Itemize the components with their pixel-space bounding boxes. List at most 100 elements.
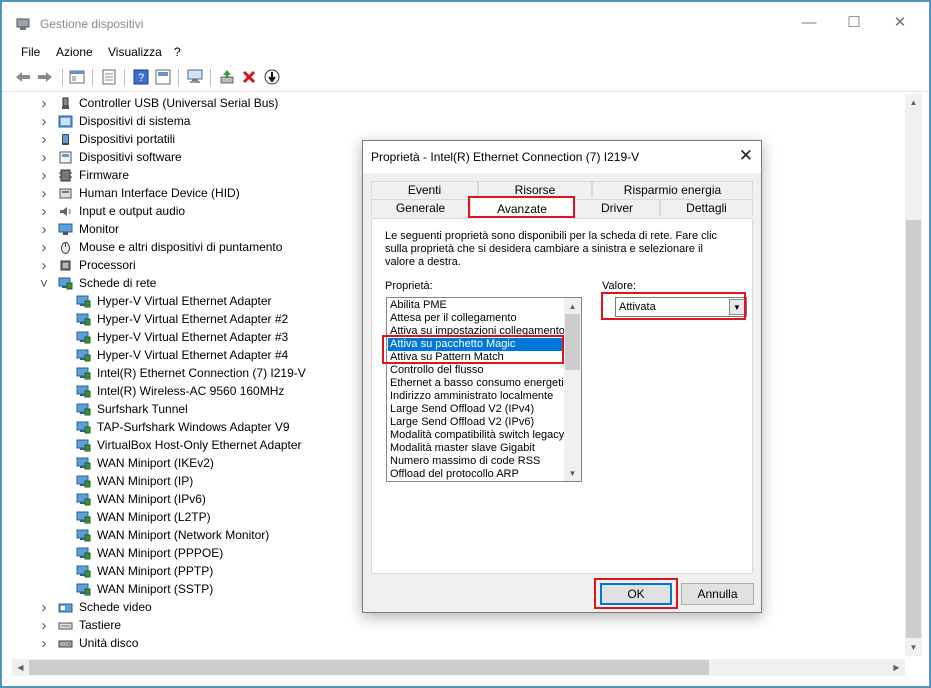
horizontal-scrollbar[interactable]: ◀ ▶: [12, 659, 905, 676]
property-list-item[interactable]: Controllo del flusso: [388, 364, 564, 377]
tree-device[interactable]: Intel(R) Ethernet Connection (7) I219-V: [76, 364, 306, 382]
tree-category[interactable]: › Schede video: [38, 598, 152, 616]
chevron-down-icon[interactable]: ˅: [38, 275, 50, 291]
tree-category[interactable]: › Monitor: [38, 220, 120, 238]
horizontal-scroll-thumb[interactable]: [29, 660, 709, 675]
tab-dettagli[interactable]: Dettagli: [660, 199, 753, 216]
help-icon[interactable]: ?: [132, 68, 150, 86]
ok-button[interactable]: OK: [600, 583, 672, 605]
properties-sheet-icon[interactable]: [100, 68, 118, 86]
back-arrow-icon[interactable]: [14, 68, 32, 86]
property-list-item[interactable]: Modalità compatibilità switch legacy: [388, 429, 564, 442]
scroll-left-arrow-icon[interactable]: ◀: [12, 659, 29, 676]
tree-device[interactable]: VirtualBox Host-Only Ethernet Adapter: [76, 436, 302, 454]
close-button[interactable]: ✕: [877, 2, 923, 42]
tree-device[interactable]: WAN Miniport (Network Monitor): [76, 526, 269, 544]
show-hide-console-tree-icon[interactable]: [68, 68, 86, 86]
chevron-right-icon[interactable]: ›: [38, 635, 50, 652]
property-list-item[interactable]: Attiva su Pattern Match: [388, 351, 564, 364]
chevron-right-icon[interactable]: ›: [38, 617, 50, 634]
tree-category[interactable]: › Tastiere: [38, 616, 122, 634]
tree-device[interactable]: Intel(R) Wireless-AC 9560 160MHz: [76, 382, 284, 400]
tab-driver[interactable]: Driver: [574, 199, 660, 216]
tree-category[interactable]: › Mouse e altri dispositivi di puntamento: [38, 238, 283, 256]
tree-device[interactable]: WAN Miniport (PPTP): [76, 562, 213, 580]
chevron-down-icon[interactable]: ▼: [729, 299, 745, 315]
tree-device[interactable]: WAN Miniport (L2TP): [76, 508, 211, 526]
maximize-button[interactable]: ☐: [831, 2, 877, 42]
chevron-right-icon[interactable]: ›: [38, 257, 50, 274]
tab-generale[interactable]: Generale: [371, 199, 470, 216]
chevron-right-icon[interactable]: ›: [38, 167, 50, 184]
tree-device[interactable]: TAP-Surfshark Windows Adapter V9: [76, 418, 290, 436]
menu-azione[interactable]: Azione: [56, 45, 93, 59]
tab-risparmio-energia[interactable]: Risparmio energia: [592, 181, 753, 198]
property-list-item[interactable]: Offload del protocollo ARP: [388, 468, 564, 481]
menu-visualizza[interactable]: Visualizza: [108, 45, 162, 59]
value-combobox[interactable]: Attivata ▼: [615, 297, 747, 317]
tree-device[interactable]: Hyper-V Virtual Ethernet Adapter #3: [76, 328, 288, 346]
menu-file[interactable]: File: [21, 45, 40, 59]
property-listbox[interactable]: Offload del protocollo ARP Numero massimo…: [386, 297, 582, 482]
minimize-button[interactable]: —: [786, 2, 832, 42]
tree-device[interactable]: WAN Miniport (IPv6): [76, 490, 206, 508]
tree-device[interactable]: WAN Miniport (SSTP): [76, 580, 213, 598]
list-scroll-down-icon[interactable]: ▼: [564, 465, 581, 481]
property-list-item[interactable]: Modalità master slave Gigabit: [388, 442, 564, 455]
list-scroll-thumb[interactable]: [565, 314, 580, 370]
scroll-down-arrow-icon[interactable]: ▼: [905, 639, 922, 656]
property-list-item[interactable]: Abilita PME: [388, 299, 564, 312]
tree-category[interactable]: › Input e output audio: [38, 202, 186, 220]
chevron-right-icon[interactable]: ›: [38, 239, 50, 256]
property-list-item[interactable]: Numero massimo di code RSS: [388, 455, 564, 468]
menu-help[interactable]: ?: [174, 45, 181, 59]
scan-hardware-icon[interactable]: [186, 68, 204, 86]
dialog-close-icon[interactable]: ✕: [739, 146, 753, 166]
tree-category[interactable]: › Human Interface Device (HID): [38, 184, 240, 202]
chevron-right-icon[interactable]: ›: [38, 203, 50, 220]
tree-device[interactable]: WAN Miniport (IP): [76, 472, 193, 490]
forward-arrow-icon[interactable]: [36, 68, 54, 86]
tree-category[interactable]: › Dispositivi portatili: [38, 130, 176, 148]
vertical-scroll-thumb[interactable]: [906, 220, 921, 638]
vertical-scrollbar[interactable]: ▲ ▼: [905, 94, 922, 656]
property-list-item[interactable]: Large Send Offload V2 (IPv6): [388, 416, 564, 429]
cancel-button[interactable]: Annulla: [681, 583, 754, 605]
chevron-right-icon[interactable]: ›: [38, 599, 50, 616]
tab-risorse[interactable]: Risorse: [478, 181, 592, 198]
chevron-right-icon[interactable]: ›: [38, 95, 50, 112]
tree-category[interactable]: › Controller USB (Universal Serial Bus): [38, 94, 279, 112]
tree-category[interactable]: › Dispositivi software: [38, 148, 182, 166]
tree-device[interactable]: Hyper-V Virtual Ethernet Adapter #2: [76, 310, 288, 328]
tree-category[interactable]: › Firmware: [38, 166, 130, 184]
tree-device[interactable]: Surfshark Tunnel: [76, 400, 188, 418]
property-list-item[interactable]: Attiva su impostazioni collegamento: [388, 325, 564, 338]
tree-category[interactable]: › Dispositivi di sistema: [38, 112, 191, 130]
tree-category[interactable]: ˅ Schede di rete: [38, 274, 156, 292]
tree-device[interactable]: WAN Miniport (PPPOE): [76, 544, 223, 562]
chevron-right-icon[interactable]: ›: [38, 113, 50, 130]
tab-eventi[interactable]: Eventi: [371, 181, 478, 198]
property-list-item[interactable]: Attiva su pacchetto Magic: [388, 338, 564, 351]
tree-device[interactable]: Hyper-V Virtual Ethernet Adapter: [76, 292, 272, 310]
tree-category[interactable]: › Processori: [38, 256, 136, 274]
chevron-right-icon[interactable]: ›: [38, 149, 50, 166]
list-scroll-up-icon[interactable]: ▲: [564, 298, 581, 314]
property-list-scrollbar[interactable]: ▲ ▼: [564, 298, 581, 481]
chevron-right-icon[interactable]: ›: [38, 185, 50, 202]
property-list-item[interactable]: Ethernet a basso consumo energetico: [388, 377, 564, 390]
uninstall-device-icon[interactable]: [240, 68, 258, 86]
property-list-item[interactable]: Large Send Offload V2 (IPv4): [388, 403, 564, 416]
disable-device-icon[interactable]: [263, 68, 281, 86]
chevron-right-icon[interactable]: ›: [38, 221, 50, 238]
update-driver-icon[interactable]: [218, 68, 236, 86]
view-icon[interactable]: [154, 68, 172, 86]
tab-avanzate[interactable]: Avanzate: [470, 197, 574, 219]
tree-device[interactable]: WAN Miniport (IKEv2): [76, 454, 214, 472]
tree-category[interactable]: › Unità disco: [38, 634, 139, 652]
chevron-right-icon[interactable]: ›: [38, 131, 50, 148]
property-list-item[interactable]: Attesa per il collegamento: [388, 312, 564, 325]
tree-device[interactable]: Hyper-V Virtual Ethernet Adapter #4: [76, 346, 288, 364]
scroll-right-arrow-icon[interactable]: ▶: [888, 659, 905, 676]
scroll-up-arrow-icon[interactable]: ▲: [905, 94, 922, 111]
